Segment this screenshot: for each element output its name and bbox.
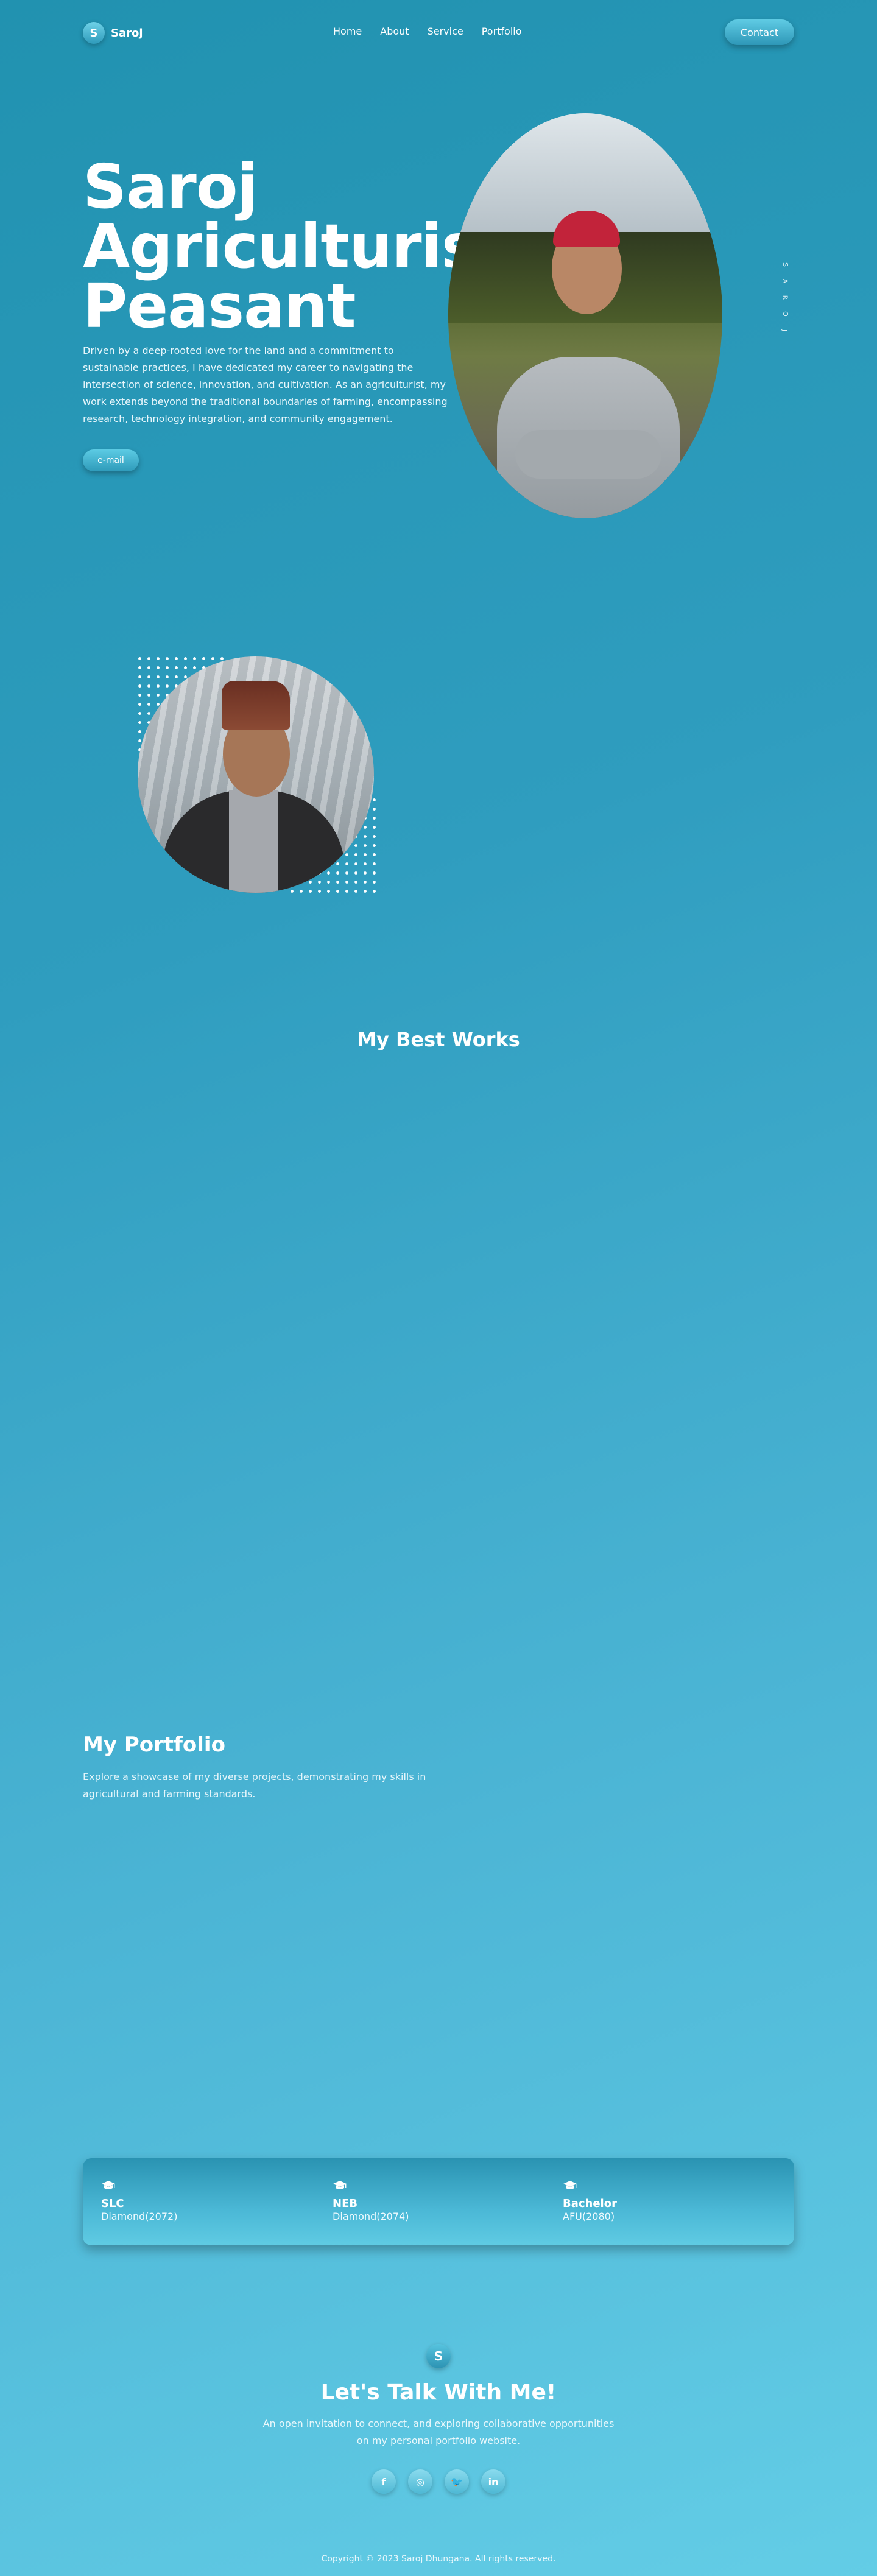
- portfolio-description: Explore a showcase of my diverse project…: [83, 1771, 426, 1800]
- top-navigation: S Saroj Home About Service Portfolio Con…: [83, 18, 794, 49]
- education-item-neb: NEB Diamond(2074): [333, 2180, 409, 2223]
- nav-link-about[interactable]: About: [380, 26, 409, 37]
- brand-name: Saroj: [111, 26, 143, 40]
- photo-person-shirt: [229, 790, 278, 893]
- contact-button[interactable]: Contact: [725, 19, 794, 45]
- graduation-cap-icon: [563, 2181, 577, 2189]
- social-links: f ◎ 🐦 in: [372, 2469, 505, 2494]
- brand-logo[interactable]: S Saroj: [83, 22, 143, 44]
- side-letter: J: [781, 329, 789, 332]
- copyright-text: Copyright © 2023 Saroj Dhungana. All rig…: [321, 2554, 556, 2564]
- hero-title: Saroj Agriculturist Peasant: [83, 151, 509, 342]
- education-card: SLC Diamond(2072) NEB Diamond(2074) Bach…: [83, 2158, 794, 2245]
- twitter-icon[interactable]: 🐦: [445, 2469, 469, 2494]
- graduation-cap-icon: [102, 2181, 115, 2189]
- education-detail: Diamond(2074): [333, 2211, 409, 2222]
- facebook-icon[interactable]: f: [372, 2469, 396, 2494]
- education-level: Bachelor: [563, 2197, 617, 2210]
- education-detail: AFU(2080): [563, 2211, 615, 2222]
- nav-link-home[interactable]: Home: [333, 26, 362, 37]
- talk-heading: Let's Talk With Me!: [320, 2380, 557, 2405]
- portfolio-heading: My Portfolio: [83, 1733, 225, 1757]
- brand-badge: S: [83, 22, 105, 44]
- education-level: NEB: [333, 2197, 358, 2210]
- education-level: SLC: [101, 2197, 124, 2210]
- instagram-icon[interactable]: ◎: [408, 2469, 432, 2494]
- education-detail: Diamond(2072): [101, 2211, 178, 2222]
- photo-person-topi-hat: [222, 681, 290, 730]
- best-works-heading: My Best Works: [357, 1028, 520, 1051]
- graduation-cap-icon: [333, 2181, 347, 2189]
- email-button[interactable]: e-mail: [83, 449, 139, 471]
- education-item-bachelor: Bachelor AFU(2080): [563, 2180, 617, 2223]
- side-letter: S: [781, 262, 789, 267]
- contact-logo-badge: S: [426, 2344, 451, 2368]
- nav-link-portfolio[interactable]: Portfolio: [482, 26, 522, 37]
- hero-title-line-2: Agriculturist: [83, 211, 506, 282]
- talk-description: An open invitation to connect, and explo…: [262, 2418, 615, 2446]
- hero-title-line-3: Peasant: [83, 270, 356, 342]
- nav-link-service[interactable]: Service: [428, 26, 463, 37]
- linkedin-icon[interactable]: in: [481, 2469, 505, 2494]
- side-letter: R: [781, 295, 789, 300]
- hero-description: Driven by a deep-rooted love for the lan…: [83, 345, 448, 424]
- about-portrait-photo: [138, 656, 374, 893]
- side-letter: A: [781, 278, 789, 284]
- nav-links: Home About Service Portfolio: [333, 26, 522, 37]
- side-letter: O: [781, 311, 789, 317]
- hero-title-line-1: Saroj: [83, 151, 258, 222]
- side-vertical-name: S A R O J: [781, 261, 789, 334]
- hero-portrait-photo: [448, 113, 722, 518]
- education-item-slc: SLC Diamond(2072): [101, 2180, 177, 2223]
- photo-person-arms: [515, 430, 661, 479]
